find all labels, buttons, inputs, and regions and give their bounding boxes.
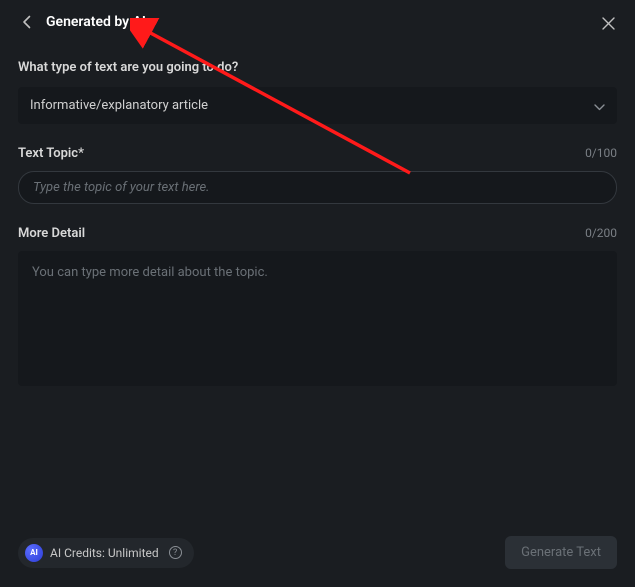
text-type-label: What type of text are you going to do? bbox=[18, 60, 617, 75]
credits-pill[interactable]: AI AI Credits: Unlimited ? bbox=[18, 538, 194, 568]
content: What type of text are you going to do? I… bbox=[0, 40, 635, 390]
detail-label: More Detail bbox=[18, 226, 85, 241]
text-type-value: Informative/explanatory article bbox=[30, 98, 208, 113]
info-icon: ? bbox=[169, 546, 182, 559]
detail-textarea[interactable] bbox=[18, 251, 617, 386]
text-type-select[interactable]: Informative/explanatory article bbox=[18, 87, 617, 124]
topic-char-count: 0/100 bbox=[585, 146, 617, 160]
credits-label: AI Credits: Unlimited bbox=[50, 546, 159, 560]
topic-input[interactable] bbox=[18, 171, 617, 204]
back-button[interactable] bbox=[16, 12, 36, 32]
close-icon bbox=[602, 17, 615, 30]
close-button[interactable] bbox=[597, 12, 619, 34]
topic-label: Text Topic* bbox=[18, 146, 84, 161]
header: Generated by AI bbox=[0, 0, 635, 40]
ai-badge-icon: AI bbox=[25, 544, 43, 562]
chevron-down-icon bbox=[594, 96, 605, 115]
generate-text-button[interactable]: Generate Text bbox=[505, 536, 617, 569]
page-title: Generated by AI bbox=[46, 14, 146, 30]
footer: AI AI Credits: Unlimited ? Generate Text bbox=[18, 536, 617, 569]
detail-char-count: 0/200 bbox=[585, 226, 617, 240]
chevron-left-icon bbox=[22, 15, 31, 29]
